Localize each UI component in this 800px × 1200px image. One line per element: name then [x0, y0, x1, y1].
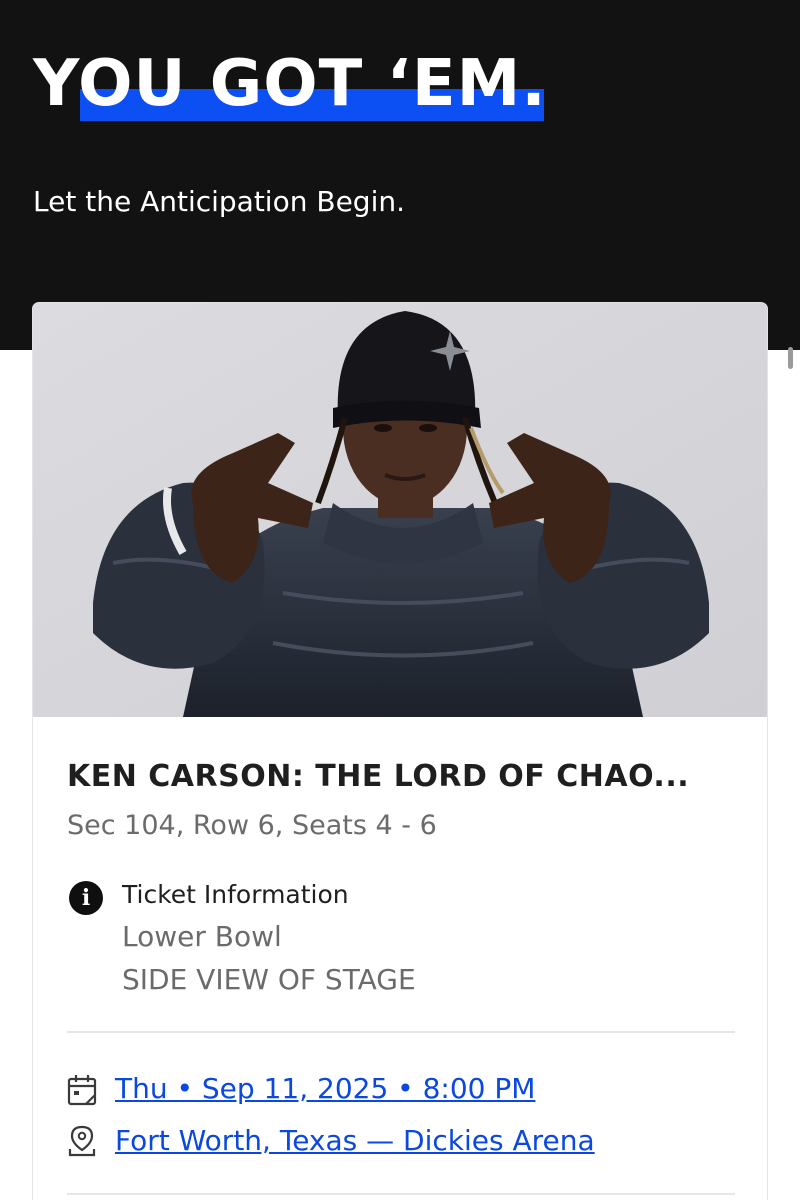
event-datetime-link[interactable]: Thu • Sep 11, 2025 • 8:00 PM	[115, 1071, 535, 1107]
info-icon: i	[69, 881, 103, 915]
location-pin-icon	[68, 1125, 96, 1157]
divider	[67, 1193, 735, 1195]
seat-info: Sec 104, Row 6, Seats 4 - 6	[67, 810, 437, 841]
ticket-info-label: Ticket Information	[122, 880, 349, 909]
calendar-icon	[67, 1075, 97, 1106]
page-headline: YOU GOT ‘EM.	[33, 47, 547, 121]
ticket-card[interactable]: KEN CARSON: THE LORD OF CHAO... Sec 104,…	[32, 302, 768, 1200]
event-title[interactable]: KEN CARSON: THE LORD OF CHAO...	[67, 757, 737, 797]
event-location-link[interactable]: Fort Worth, Texas — Dickies Arena	[115, 1123, 595, 1159]
headline-block: YOU GOT ‘EM.	[33, 46, 547, 126]
divider	[67, 1031, 735, 1033]
hero-header: YOU GOT ‘EM. Let the Anticipation Begin.	[0, 0, 800, 350]
event-artist-photo	[33, 303, 767, 717]
scrollbar-thumb[interactable]	[788, 347, 793, 369]
page-subtitle: Let the Anticipation Begin.	[33, 185, 405, 218]
ticket-info-line: Lower Bowl	[122, 920, 282, 953]
ticket-info-line: SIDE VIEW OF STAGE	[122, 963, 416, 996]
